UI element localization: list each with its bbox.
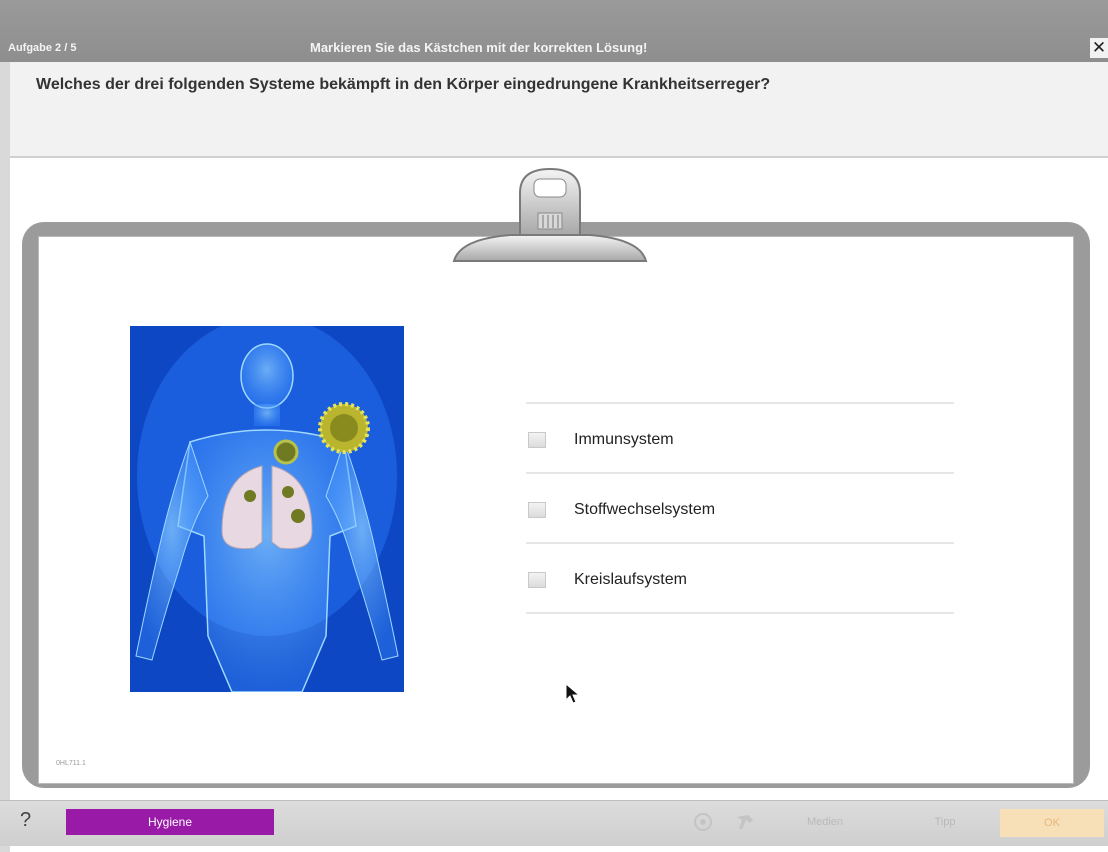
title-bar: Aufgabe 2 / 5 Markieren Sie das Kästchen… [0, 0, 1108, 62]
answer-list: Immunsystem Stoffwechselsystem Kreislauf… [526, 402, 954, 614]
image-code: 0HL711.1 [56, 760, 86, 767]
tip-button[interactable]: Tipp [910, 811, 980, 833]
task-counter: Aufgabe 2 / 5 [8, 42, 77, 54]
question-area: Welches der drei folgenden Systeme bekäm… [10, 62, 1108, 158]
answer-checkbox-3[interactable] [528, 572, 546, 588]
close-button[interactable]: ✕ [1090, 38, 1108, 58]
instruction-text: Markieren Sie das Kästchen mit der korre… [310, 40, 648, 55]
answer-label-3[interactable]: Kreislaufsystem [574, 571, 687, 589]
immune-system-illustration [130, 326, 404, 692]
question-text: Welches der drei folgenden Systeme bekäm… [36, 76, 771, 93]
media-button[interactable]: Medien [790, 811, 860, 833]
answer-label-1[interactable]: Immunsystem [574, 431, 674, 449]
answer-checkbox-1[interactable] [528, 432, 546, 448]
answer-label-2[interactable]: Stoffwechselsystem [574, 501, 715, 519]
close-icon: ✕ [1091, 38, 1107, 57]
answer-checkbox-2[interactable] [528, 502, 546, 518]
topic-label: Hygiene [66, 809, 274, 835]
answer-option-1[interactable]: Immunsystem [526, 402, 954, 472]
left-gutter [0, 62, 10, 852]
clipboard-clip-icon [452, 167, 648, 262]
mouse-cursor-icon [565, 683, 581, 704]
media-icon[interactable] [734, 811, 756, 833]
bottom-toolbar: ? Hygiene Medien Tipp OK [0, 800, 1108, 846]
answer-option-3[interactable]: Kreislaufsystem [526, 542, 954, 614]
help-button[interactable]: ? [20, 809, 31, 832]
camera-icon[interactable] [692, 811, 714, 833]
ok-button[interactable]: OK [1000, 809, 1104, 837]
answer-option-2[interactable]: Stoffwechselsystem [526, 472, 954, 542]
